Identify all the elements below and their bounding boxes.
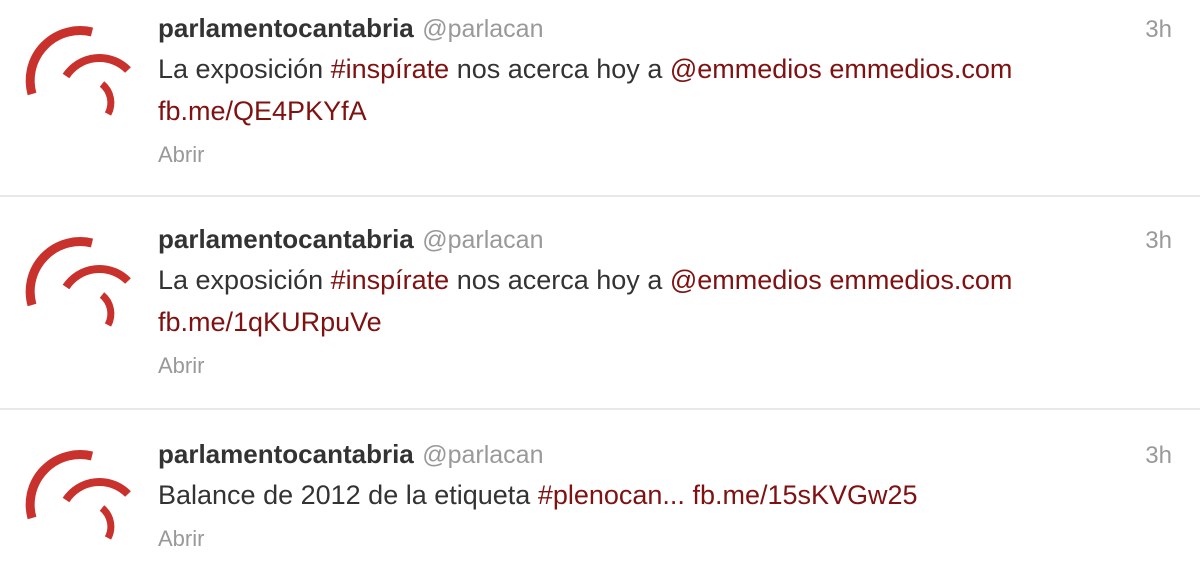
url-link[interactable]: fb.me/QE4PKYfA [158, 96, 367, 126]
tweet-item[interactable]: parlamentocantabria @parlacan La exposic… [0, 199, 1200, 410]
tweet-text: La exposición #inspírate nos acerca hoy … [158, 48, 1130, 132]
tweet-text: La exposición #inspírate nos acerca hoy … [158, 259, 1130, 343]
avatar[interactable] [20, 14, 138, 132]
tweet-timestamp[interactable]: 3h [1145, 442, 1172, 470]
author-fullname[interactable]: parlamentocantabria [158, 224, 414, 254]
tweet-content: parlamentocantabria @parlacan Balance de… [158, 436, 1130, 552]
author-username[interactable]: @parlacan [422, 441, 543, 469]
tweet-timestamp[interactable]: 3h [1145, 227, 1172, 255]
author-fullname[interactable]: parlamentocantabria [158, 13, 414, 43]
avatar[interactable] [20, 225, 138, 343]
url-link[interactable]: fb.me/1qKURpuVe [158, 307, 382, 337]
tweet-text-segment: nos acerca hoy a [449, 54, 670, 84]
tweet-item[interactable]: parlamentocantabria @parlacan La exposic… [0, 0, 1200, 197]
open-tweet-button[interactable]: Abrir [158, 142, 204, 168]
tweet-header: parlamentocantabria @parlacan [158, 10, 1130, 46]
author-username[interactable]: @parlacan [422, 15, 543, 43]
tweet-text-segment: nos acerca hoy a [449, 265, 670, 295]
tweet-text-segment: La exposición [158, 54, 331, 84]
avatar[interactable] [20, 438, 138, 556]
mention-link[interactable]: @emmedios [670, 265, 822, 295]
tweet-item[interactable]: parlamentocantabria @parlacan Balance de… [0, 412, 1200, 580]
hashtag-link[interactable]: #inspírate [331, 265, 450, 295]
tweet-header: parlamentocantabria @parlacan [158, 221, 1130, 257]
url-link[interactable]: emmedios.com [829, 54, 1012, 84]
mention-link[interactable]: @emmedios [670, 54, 822, 84]
tweet-timestamp[interactable]: 3h [1145, 16, 1172, 44]
author-username[interactable]: @parlacan [422, 226, 543, 254]
parlamento-logo-icon [25, 237, 131, 327]
tweet-text-segment: Balance de 2012 de la etiqueta [158, 480, 538, 510]
tweet-text: Balance de 2012 de la etiqueta #plenocan… [158, 474, 1130, 516]
hashtag-link[interactable]: #inspírate [331, 54, 450, 84]
tweet-header: parlamentocantabria @parlacan [158, 436, 1130, 472]
author-fullname[interactable]: parlamentocantabria [158, 439, 414, 469]
open-tweet-button[interactable]: Abrir [158, 526, 204, 552]
tweet-timeline: parlamentocantabria @parlacan La exposic… [0, 0, 1200, 580]
url-link[interactable]: fb.me/15sKVGw25 [692, 480, 917, 510]
hashtag-link[interactable]: #plenocan... [538, 480, 685, 510]
tweet-content: parlamentocantabria @parlacan La exposic… [158, 10, 1130, 168]
url-link[interactable]: emmedios.com [829, 265, 1012, 295]
tweet-text-segment: La exposición [158, 265, 331, 295]
open-tweet-button[interactable]: Abrir [158, 353, 204, 379]
parlamento-logo-icon [25, 26, 131, 116]
parlamento-logo-icon [25, 450, 131, 540]
tweet-content: parlamentocantabria @parlacan La exposic… [158, 221, 1130, 379]
